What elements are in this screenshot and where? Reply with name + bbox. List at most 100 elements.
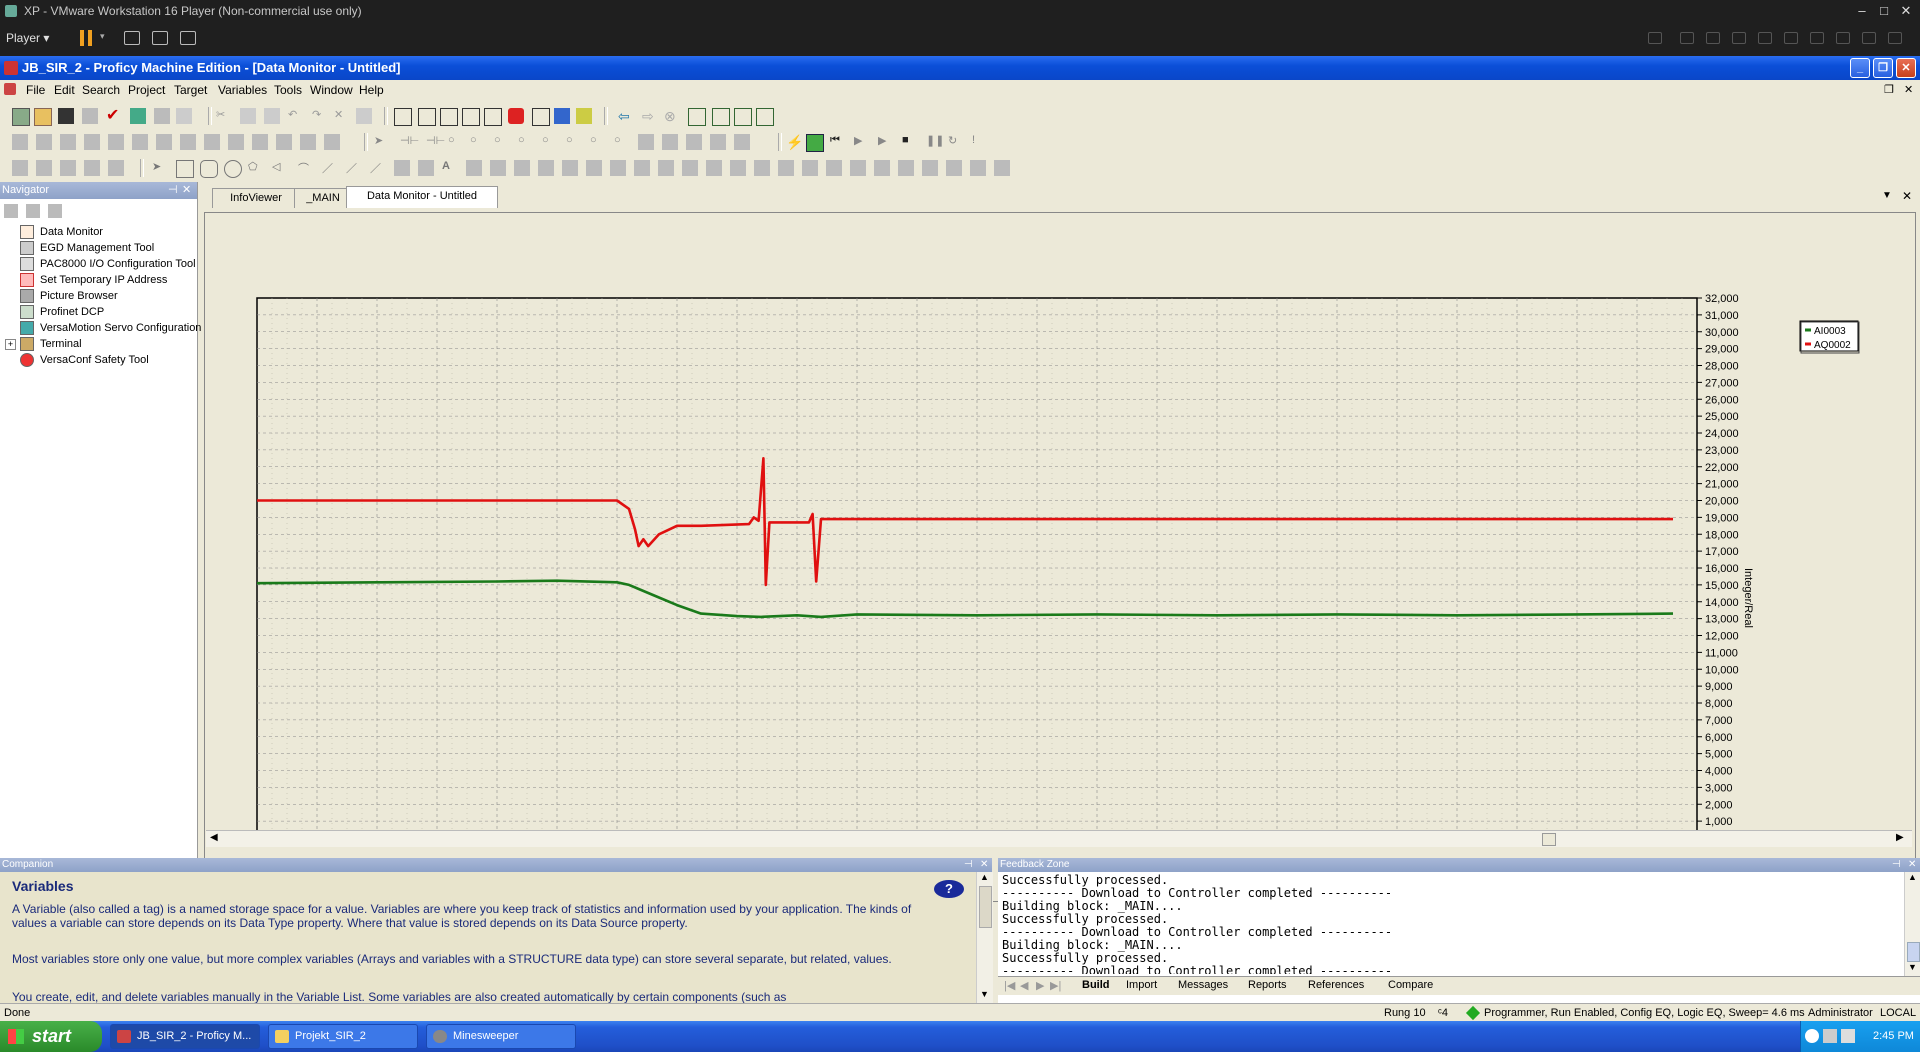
reference-icon[interactable] — [576, 108, 592, 124]
lightning-icon[interactable]: ⚡ — [786, 134, 803, 150]
contact-icon[interactable]: ⊣⊢ — [426, 134, 445, 150]
ladder-tool-icon[interactable] — [252, 134, 268, 150]
device-icon[interactable] — [1706, 32, 1720, 44]
ladder-tool-icon[interactable] — [84, 134, 100, 150]
device-icon[interactable] — [1810, 32, 1824, 44]
ladder-tool-icon[interactable] — [108, 134, 124, 150]
download-icon[interactable] — [130, 108, 146, 124]
ladder-tool-icon[interactable] — [710, 134, 726, 150]
step-icon[interactable]: ▶ — [878, 134, 894, 150]
disabled-icon[interactable] — [176, 108, 192, 124]
task-minesweeper[interactable]: Minesweeper — [426, 1024, 576, 1049]
draw-tool-icon[interactable] — [754, 160, 770, 176]
device-icon[interactable] — [1732, 32, 1746, 44]
coil-icon[interactable]: ○ — [494, 134, 510, 150]
scroll-up-icon[interactable]: ▲ — [980, 872, 989, 882]
cut-icon[interactable]: ✂ — [216, 108, 232, 124]
help-icon[interactable]: ? — [934, 880, 964, 898]
ladder-tool-icon[interactable] — [228, 134, 244, 150]
stop-icon[interactable]: ⊗ — [664, 108, 680, 124]
navigator-icon[interactable] — [394, 108, 412, 126]
ladder-tool-icon[interactable] — [156, 134, 172, 150]
forward-icon[interactable]: ⇨ — [642, 108, 658, 124]
coil-icon[interactable]: ○ — [590, 134, 606, 150]
polyline-icon[interactable]: ◁ — [272, 160, 288, 176]
draw-tool-icon[interactable] — [778, 160, 794, 176]
expand-icon[interactable]: + — [5, 339, 16, 350]
device-icon[interactable] — [1862, 32, 1876, 44]
upload-icon[interactable] — [154, 108, 170, 124]
companion-scrollbar[interactable]: ▲ ▼ — [976, 872, 993, 1003]
rectangle-icon[interactable] — [176, 160, 194, 178]
draw-tool-icon[interactable] — [730, 160, 746, 176]
view-icon[interactable] — [48, 204, 62, 218]
reset-icon[interactable]: ↻ — [948, 134, 964, 150]
companion-close-icon[interactable]: ✕ — [980, 858, 988, 872]
tab-main[interactable]: _MAIN — [294, 188, 352, 208]
coil-icon[interactable]: ○ — [448, 134, 464, 150]
unity-icon[interactable] — [180, 31, 196, 45]
draw-tool-icon[interactable] — [802, 160, 818, 176]
fullscreen-icon[interactable] — [152, 31, 168, 45]
tab-list-icon[interactable]: ▼ — [1882, 190, 1892, 201]
draw-tool-icon[interactable] — [586, 160, 602, 176]
new-project-icon[interactable] — [12, 108, 30, 126]
polygon-icon[interactable]: ⬠ — [248, 160, 264, 176]
menu-variables[interactable]: Variables — [218, 83, 267, 97]
menu-project[interactable]: Project — [128, 83, 165, 97]
companion-icon[interactable] — [440, 108, 458, 126]
validate-icon[interactable]: ✔ — [106, 108, 122, 124]
tab-compare[interactable]: Compare — [1388, 979, 1433, 991]
tab-reports[interactable]: Reports — [1248, 979, 1287, 991]
scroll-right-icon[interactable]: ▶ — [1896, 832, 1904, 843]
feedback-close-icon[interactable]: ✕ — [1908, 858, 1916, 872]
draw-tool-icon[interactable] — [610, 160, 626, 176]
draw-tool-icon[interactable] — [36, 160, 52, 176]
device-icon[interactable] — [1784, 32, 1798, 44]
draw-tool-icon[interactable] — [682, 160, 698, 176]
pause-icon[interactable] — [80, 30, 92, 46]
mdi-close-button[interactable]: ✕ — [1904, 83, 1913, 96]
coil-icon[interactable]: ○ — [470, 134, 486, 150]
scroll-left-icon[interactable]: ◀ — [210, 832, 218, 843]
scroll-down-icon[interactable]: ▼ — [1908, 962, 1917, 972]
menu-target[interactable]: Target — [174, 83, 207, 97]
open-icon[interactable] — [34, 108, 52, 126]
scroll-thumb[interactable] — [1542, 833, 1556, 846]
ladder-tool-icon[interactable] — [324, 134, 340, 150]
device-icon[interactable] — [1680, 32, 1694, 44]
task-proficy[interactable]: JB_SIR_2 - Proficy M... — [110, 1024, 260, 1049]
tab-import[interactable]: Import — [1126, 979, 1157, 991]
undo-icon[interactable]: ↶ — [288, 108, 304, 124]
navigator-close-icon[interactable]: ✕ — [182, 182, 191, 199]
pause-small-icon[interactable]: ❚❚ — [926, 134, 944, 150]
feedback-scrollbar[interactable]: ▲ ▼ — [1904, 872, 1920, 976]
first-page-icon[interactable]: |◀ — [1004, 979, 1015, 992]
scroll-thumb[interactable] — [979, 886, 992, 928]
app-close-button[interactable]: ✕ — [1896, 58, 1916, 78]
ladder-tool-icon[interactable] — [300, 134, 316, 150]
rounded-rect-icon[interactable] — [200, 160, 218, 178]
coil-icon[interactable]: ○ — [542, 134, 558, 150]
menu-window[interactable]: Window — [310, 83, 353, 97]
coil-icon[interactable]: ○ — [518, 134, 534, 150]
device-icon[interactable] — [1836, 32, 1850, 44]
draw-tool-icon[interactable] — [466, 160, 482, 176]
favorites-icon[interactable] — [756, 108, 774, 126]
draw-tool-icon[interactable] — [850, 160, 866, 176]
select-icon[interactable]: ➤ — [152, 160, 168, 176]
device-icon[interactable] — [1888, 32, 1902, 44]
draw-tool-icon[interactable] — [970, 160, 986, 176]
coil-icon[interactable]: ○ — [614, 134, 630, 150]
start-button[interactable]: start — [0, 1021, 102, 1052]
info-icon[interactable]: ! — [972, 134, 988, 150]
ladder-tool-icon[interactable] — [60, 134, 76, 150]
inspector-icon[interactable] — [418, 108, 436, 126]
vmware-minimize-button[interactable]: – — [1850, 0, 1874, 22]
vmware-maximize-button[interactable]: □ — [1872, 0, 1896, 22]
delete-icon[interactable]: ✕ — [334, 108, 350, 124]
variable-list-icon[interactable] — [532, 108, 550, 126]
draw-tool-icon[interactable] — [994, 160, 1010, 176]
send-ctrl-alt-del-icon[interactable] — [124, 31, 140, 45]
back-icon[interactable]: ⇦ — [618, 108, 634, 124]
